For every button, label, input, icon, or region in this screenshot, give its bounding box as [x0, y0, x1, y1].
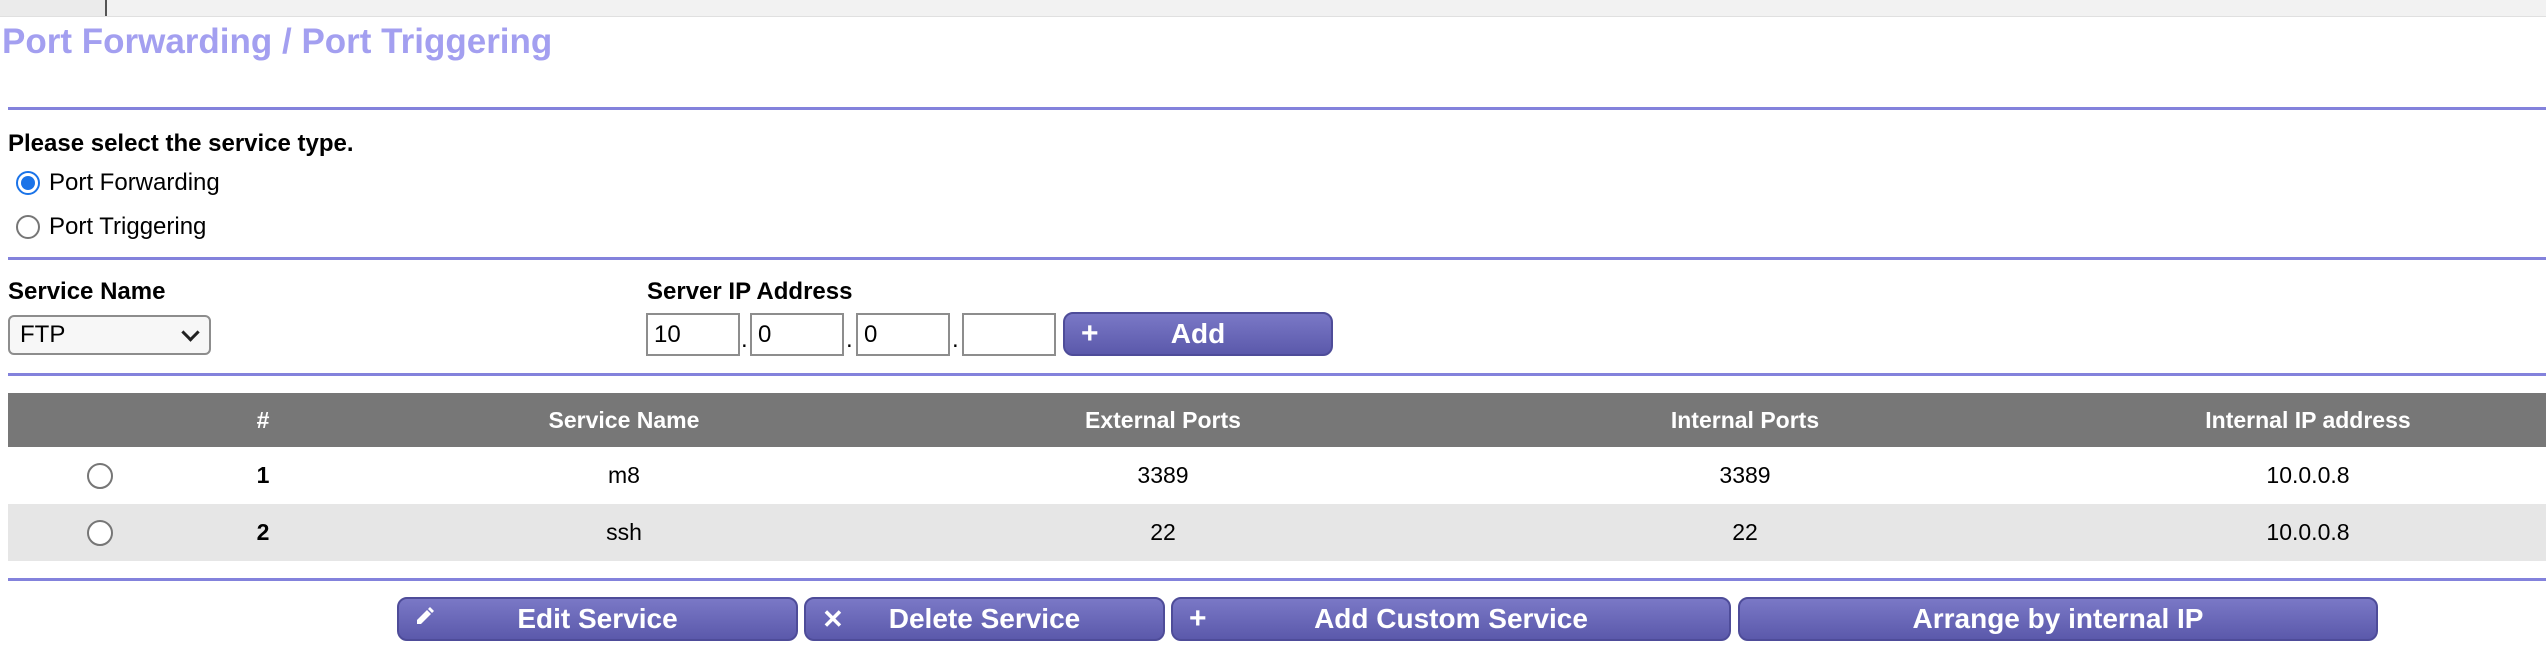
row-internal-ip: 10.0.0.8 — [2266, 462, 2350, 488]
add-button[interactable]: + Add — [1063, 312, 1333, 356]
divider — [8, 107, 2546, 110]
services-table: # Service Name External Ports Internal P… — [8, 393, 2546, 561]
row-service-name: m8 — [608, 462, 640, 488]
row-radio[interactable] — [87, 462, 113, 489]
server-ip-label: Server IP Address — [647, 278, 853, 305]
header-internal-ip: Internal IP address — [2205, 406, 2411, 433]
row-internal-ip: 10.0.0.8 — [2266, 519, 2350, 545]
radio-port-forwarding[interactable]: Port Forwarding — [16, 169, 220, 197]
delete-service-label: Delete Service — [888, 603, 1081, 634]
header-service-name: Service Name — [548, 406, 700, 433]
row-internal-ports: 3389 — [1719, 462, 1771, 488]
table-header: # Service Name External Ports Internal P… — [8, 393, 2546, 447]
service-name-label: Service Name — [8, 278, 166, 305]
add-custom-service-button[interactable]: + Add Custom Service — [1171, 597, 1731, 641]
row-number: 1 — [256, 462, 270, 488]
arrange-by-internal-ip-button[interactable]: Arrange by internal IP — [1738, 597, 2378, 641]
table-row[interactable]: 1 m8 3389 3389 10.0.0.8 — [8, 447, 2546, 504]
divider — [8, 578, 2546, 581]
top-strip — [0, 0, 2546, 17]
radio-port-triggering-button[interactable] — [16, 215, 40, 239]
add-button-label: Add — [1170, 318, 1226, 349]
service-name-selected: FTP — [20, 321, 66, 348]
ip-octet-2[interactable] — [750, 313, 844, 356]
radio-port-forwarding-label: Port Forwarding — [49, 169, 220, 196]
radio-port-triggering[interactable]: Port Triggering — [16, 213, 206, 241]
ip-octet-1[interactable] — [646, 313, 740, 356]
ip-separator: . — [741, 326, 748, 353]
add-custom-service-label: Add Custom Service — [1314, 603, 1588, 634]
radio-port-forwarding-button[interactable] — [16, 171, 40, 195]
header-internal-ports: Internal Ports — [1670, 406, 1820, 433]
delete-service-button[interactable]: ✕ Delete Service — [804, 597, 1165, 641]
service-type-prompt: Please select the service type. — [8, 130, 354, 157]
divider — [8, 373, 2546, 376]
divider — [8, 257, 2546, 260]
ip-separator: . — [952, 326, 959, 353]
radio-port-triggering-label: Port Triggering — [49, 213, 207, 240]
ip-separator: . — [846, 326, 853, 353]
page: Port Forwarding / Port Triggering Please… — [0, 0, 2546, 650]
header-number: # — [256, 406, 270, 433]
row-select[interactable] — [68, 447, 132, 504]
row-select[interactable] — [68, 504, 132, 561]
row-number: 2 — [256, 519, 270, 545]
ip-octet-3[interactable] — [856, 313, 950, 356]
arrange-by-internal-ip-label: Arrange by internal IP — [1912, 603, 2204, 634]
row-external-ports: 22 — [1150, 519, 1176, 545]
row-external-ports: 3389 — [1137, 462, 1189, 488]
row-internal-ports: 22 — [1732, 519, 1758, 545]
header-external-ports: External Ports — [1085, 406, 1241, 433]
page-title: Port Forwarding / Port Triggering — [2, 22, 553, 61]
service-name-select[interactable]: FTP — [8, 315, 211, 355]
ip-octet-4[interactable] — [962, 313, 1056, 356]
chevron-down-icon — [181, 322, 200, 342]
top-tab[interactable] — [0, 0, 107, 16]
edit-service-label: Edit Service — [517, 603, 678, 634]
table-row[interactable]: 2 ssh 22 22 10.0.0.8 — [8, 504, 2546, 561]
row-service-name: ssh — [606, 519, 642, 545]
row-radio[interactable] — [87, 519, 113, 546]
edit-service-button[interactable]: Edit Service — [397, 597, 798, 641]
